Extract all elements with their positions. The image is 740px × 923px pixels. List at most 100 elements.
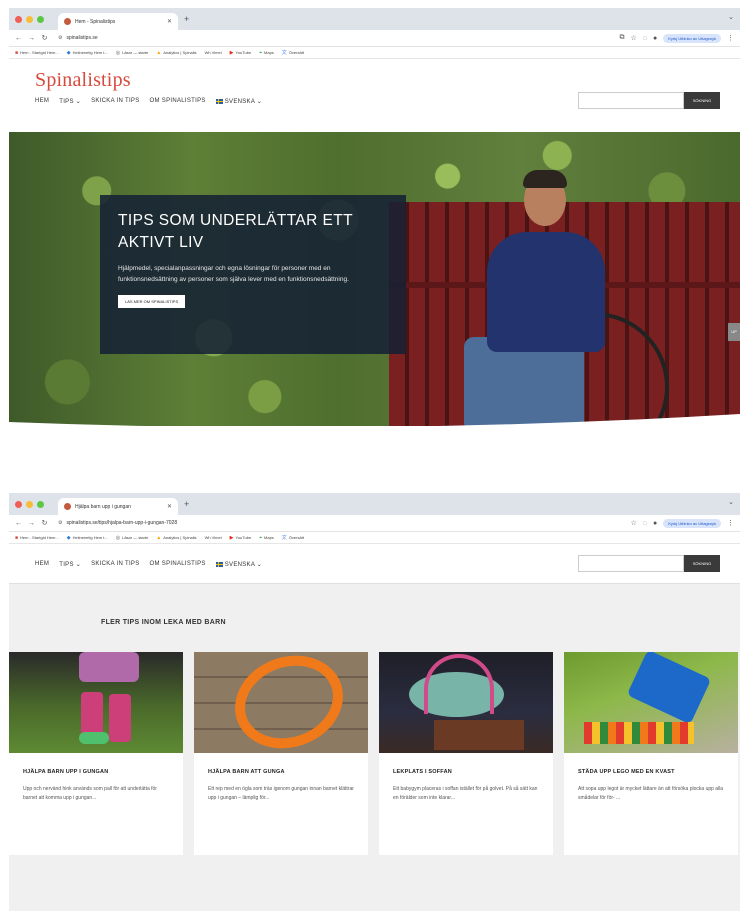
tip-card-image[interactable] bbox=[194, 652, 368, 753]
bookmark-item[interactable]: 文 Översätt bbox=[282, 534, 304, 541]
tip-card-title[interactable]: LEKPLATS I SOFFAN bbox=[393, 769, 539, 775]
site-info-icon[interactable]: ⚙ bbox=[58, 35, 62, 41]
url-text: spinalistips.se bbox=[66, 35, 98, 41]
nav-submit-tip[interactable]: SKICKA IN TIPS bbox=[91, 98, 139, 105]
tip-card-image[interactable] bbox=[379, 652, 553, 753]
extensions-icon[interactable]: ◌ bbox=[643, 35, 647, 42]
search-button[interactable]: SÖKNING bbox=[684, 555, 720, 572]
tip-card-image[interactable] bbox=[564, 652, 738, 753]
site-logo[interactable]: Spinalistips bbox=[35, 69, 131, 92]
close-window-icon[interactable] bbox=[15, 15, 22, 23]
tab-list-chevron-icon[interactable]: ⌄ bbox=[728, 13, 734, 21]
forward-icon[interactable]: → bbox=[28, 35, 35, 42]
main-nav: HEM TIPS ⌄ SKICKA IN TIPS OM SPINALISTIP… bbox=[35, 98, 262, 105]
minimize-window-icon[interactable] bbox=[26, 500, 33, 508]
hero-person-body bbox=[487, 232, 605, 352]
bookmark-item[interactable]: ▲ Analytics | Spinalis bbox=[156, 50, 196, 56]
browser-menu-icon[interactable]: ⋮ bbox=[727, 519, 734, 527]
search-input[interactable] bbox=[578, 555, 684, 572]
bookmark-star-icon[interactable]: ☆ bbox=[631, 519, 637, 527]
bookmark-item[interactable]: Wh Vimel bbox=[205, 50, 222, 55]
bookmark-item[interactable]: ◎ Läsar — starte bbox=[116, 535, 149, 541]
browser-tabbar: Hem - Spinalistips ✕ + ⌄ bbox=[9, 8, 740, 30]
bookmark-item[interactable]: ▲ Analytics | Spinalis bbox=[156, 535, 196, 541]
browser-tab[interactable]: Hem - Spinalistips ✕ bbox=[58, 13, 178, 30]
scroll-to-top-button[interactable]: UP bbox=[728, 323, 740, 341]
swedish-flag-icon bbox=[215, 98, 223, 104]
minimize-window-icon[interactable] bbox=[26, 15, 33, 23]
nav-tips[interactable]: TIPS ⌄ bbox=[59, 98, 81, 105]
address-bar[interactable]: ⚙ spinalistips.se bbox=[54, 35, 614, 41]
tip-card-title[interactable]: HJÄLPA BARN UPP I GUNGAN bbox=[23, 769, 169, 775]
search-input[interactable] bbox=[578, 92, 684, 109]
new-tab-icon[interactable]: + bbox=[184, 499, 189, 509]
search-button[interactable]: SÖKNING bbox=[684, 92, 720, 109]
tip-card[interactable]: LEKPLATS I SOFFAN Ett babygym placeras i… bbox=[379, 652, 553, 855]
bookmark-item[interactable]: ◆ Helinenetig Hem t... bbox=[67, 50, 108, 56]
bookmark-item[interactable]: ⌖ Maps bbox=[259, 50, 274, 56]
maps-icon: ⌖ bbox=[259, 49, 263, 56]
back-icon[interactable]: ← bbox=[15, 520, 22, 527]
site-favicon-icon bbox=[64, 503, 71, 510]
nav-tips[interactable]: TIPS ⌄ bbox=[59, 561, 81, 568]
bookmark-item[interactable]: ◎ Läsar — starte bbox=[116, 50, 149, 56]
profile-chip[interactable]: Kyrkj Uthinko av Uttagsnyk bbox=[663, 33, 721, 43]
tip-card-title[interactable]: HJÄLPA BARN ATT GUNGA bbox=[208, 769, 354, 775]
browser-tab[interactable]: Hjälpa barn upp i gungan ✕ bbox=[58, 498, 178, 515]
bookmark-item[interactable]: ■ Hem - Startgid Hem... bbox=[15, 535, 59, 541]
reload-icon[interactable]: ↻ bbox=[41, 519, 48, 527]
profile-icon[interactable]: ● bbox=[653, 520, 657, 527]
browser-tabbar: Hjälpa barn upp i gungan ✕ + ⌄ bbox=[9, 493, 740, 515]
forward-icon[interactable]: → bbox=[28, 520, 35, 527]
site-search: SÖKNING bbox=[578, 92, 720, 109]
read-more-button[interactable]: LÄS MER OM SPINALISTIPS bbox=[118, 295, 186, 308]
extensions-icon[interactable]: ◌ bbox=[643, 520, 647, 527]
nav-submit-tip[interactable]: SKICKA IN TIPS bbox=[91, 561, 139, 568]
back-icon[interactable]: ← bbox=[15, 35, 22, 42]
bookmark-item[interactable]: ⌖ Maps bbox=[259, 535, 274, 541]
maximize-window-icon[interactable] bbox=[37, 500, 44, 508]
bookmark-item[interactable]: ■ Hem - Startgid Hem... bbox=[15, 50, 59, 56]
nav-language[interactable]: SVENSKA ⌄ bbox=[215, 98, 262, 105]
baby-gym-arch bbox=[424, 654, 494, 714]
translate-icon[interactable]: ⧉ bbox=[620, 34, 625, 42]
close-tab-icon[interactable]: ✕ bbox=[167, 503, 172, 510]
tip-cards: HJÄLPA BARN UPP I GUNGAN Upp och nervänd… bbox=[9, 652, 740, 855]
child-shirt bbox=[79, 652, 139, 682]
nav-language[interactable]: SVENSKA ⌄ bbox=[215, 561, 262, 568]
bookmark-item[interactable]: ▶ YouTube bbox=[230, 535, 252, 541]
site-info-icon[interactable]: ⚙ bbox=[58, 520, 62, 526]
nav-about[interactable]: OM SPINALISTIPS bbox=[150, 98, 206, 105]
bookmark-item[interactable]: ▶ YouTube bbox=[230, 50, 252, 56]
bookmark-star-icon[interactable]: ☆ bbox=[631, 34, 637, 42]
bookmark-item[interactable]: ◆ Helinenetig Hem t... bbox=[67, 535, 108, 541]
browser-toolbar: ← → ↻ ⚙ spinalistips.se/tips/hjalpa-barn… bbox=[9, 515, 740, 532]
tip-card[interactable]: HJÄLPA BARN UPP I GUNGAN Upp och nervänd… bbox=[9, 652, 183, 855]
nav-home[interactable]: HEM bbox=[35, 98, 49, 105]
tip-card[interactable]: STÄDA UPP LEGO MED EN KVAST Att sopa upp… bbox=[564, 652, 738, 855]
bookmark-item[interactable]: 文 Översätt bbox=[282, 49, 304, 56]
browser-menu-icon[interactable]: ⋮ bbox=[727, 34, 734, 42]
profile-chip[interactable]: Kyrkj Uthinko av Uttagsnyk bbox=[663, 518, 721, 528]
new-tab-icon[interactable]: + bbox=[184, 14, 189, 24]
tab-list-chevron-icon[interactable]: ⌄ bbox=[728, 498, 734, 506]
tip-card-excerpt: Ett babygym placeras i soffan istället f… bbox=[393, 786, 538, 801]
profile-icon[interactable]: ● bbox=[653, 35, 657, 42]
bookmark-item[interactable]: Wh Vimel bbox=[205, 535, 222, 540]
tip-card-title[interactable]: STÄDA UPP LEGO MED EN KVAST bbox=[578, 769, 724, 775]
tip-card-image[interactable] bbox=[9, 652, 183, 753]
reload-icon[interactable]: ↻ bbox=[41, 34, 48, 42]
nav-about[interactable]: OM SPINALISTIPS bbox=[150, 561, 206, 568]
hero-text-box: TIPS SOM UNDERLÄTTAR ETT AKTIVT LIV Hjäl… bbox=[100, 195, 406, 354]
address-bar[interactable]: ⚙ spinalistips.se/tips/hjalpa-barn-upp-i… bbox=[54, 520, 625, 526]
close-tab-icon[interactable]: ✕ bbox=[167, 18, 172, 25]
window-controls[interactable] bbox=[15, 15, 44, 23]
close-window-icon[interactable] bbox=[15, 500, 22, 508]
nav-home[interactable]: HEM bbox=[35, 561, 49, 568]
tip-card[interactable]: HJÄLPA BARN ATT GUNGA Ett rep med en ögl… bbox=[194, 652, 368, 855]
window-controls[interactable] bbox=[15, 500, 44, 508]
tab-title: Hem - Spinalistips bbox=[75, 18, 116, 25]
maximize-window-icon[interactable] bbox=[37, 15, 44, 23]
maps-icon: ⌖ bbox=[259, 534, 263, 541]
bucket-step bbox=[79, 732, 109, 744]
